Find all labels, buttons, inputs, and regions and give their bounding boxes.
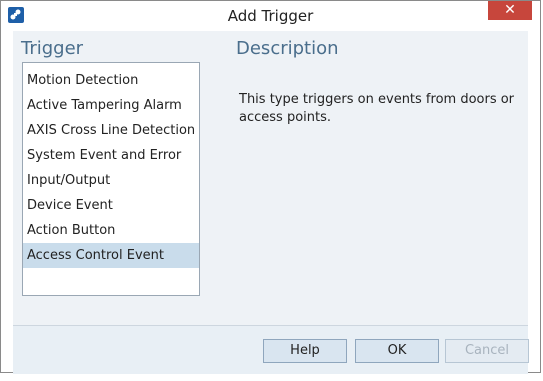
list-item-selected[interactable]: Access Control Event xyxy=(23,243,199,268)
close-button[interactable]: ✕ xyxy=(488,1,532,20)
button-bar: Help OK Cancel xyxy=(13,325,529,374)
list-item[interactable]: System Event and Error xyxy=(23,143,199,168)
description-text: This type triggers on events from doors … xyxy=(239,92,515,125)
list-item[interactable]: Action Button xyxy=(23,218,199,243)
add-trigger-dialog: Add Trigger ✕ Trigger Description Motion… xyxy=(0,0,541,374)
description-heading: Description xyxy=(236,38,339,59)
list-item[interactable]: Input/Output xyxy=(23,168,199,193)
window-title: Add Trigger xyxy=(227,7,314,25)
ok-button[interactable]: OK xyxy=(355,339,439,363)
list-item[interactable]: Motion Detection xyxy=(23,68,199,93)
trigger-list[interactable]: Motion Detection Active Tampering Alarm … xyxy=(22,62,200,296)
list-item[interactable]: Device Event xyxy=(23,193,199,218)
list-item[interactable]: AXIS Cross Line Detection xyxy=(23,118,199,143)
help-button[interactable]: Help xyxy=(263,339,347,363)
list-item[interactable]: Active Tampering Alarm xyxy=(23,93,199,118)
trigger-heading: Trigger xyxy=(21,38,84,59)
title-bar: Add Trigger ✕ xyxy=(1,1,540,30)
close-icon: ✕ xyxy=(504,2,516,18)
cancel-button[interactable]: Cancel xyxy=(445,339,529,363)
